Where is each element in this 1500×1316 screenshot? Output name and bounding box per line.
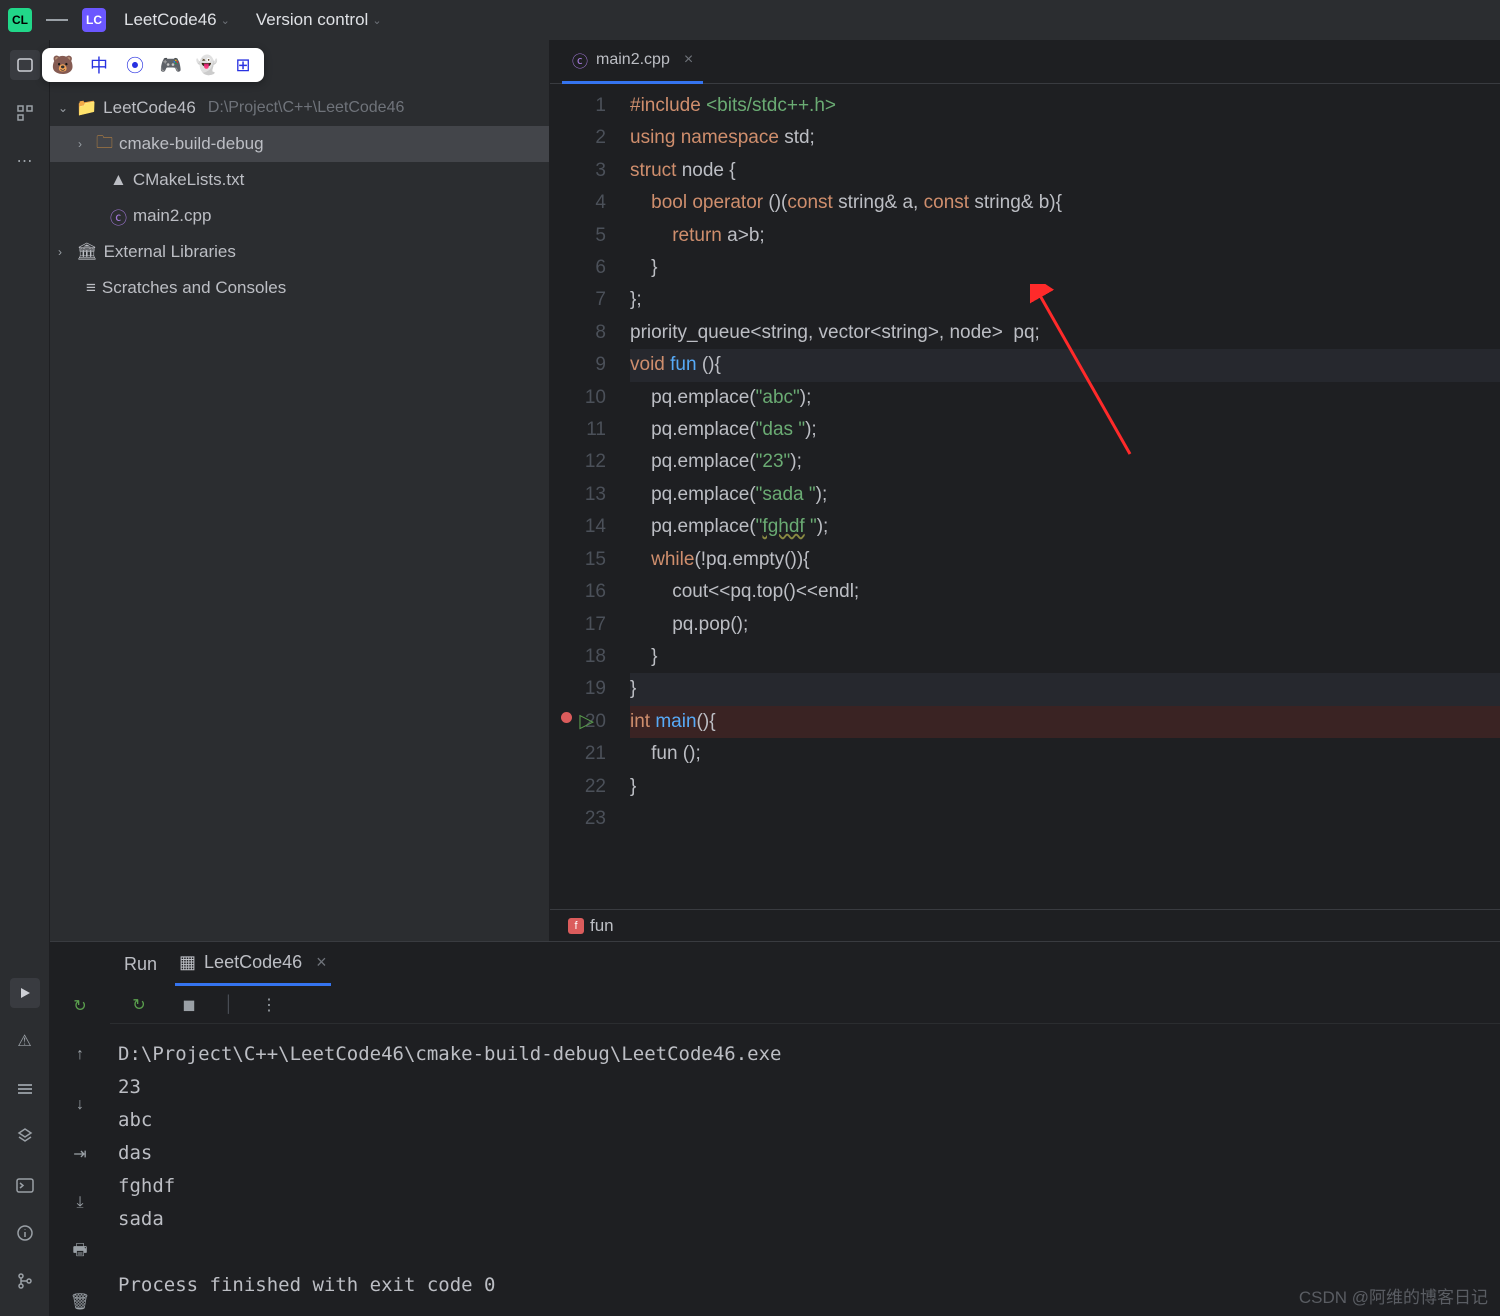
tree-external-libraries[interactable]: › 🏛 External Libraries xyxy=(50,234,549,270)
project-badge: LC xyxy=(82,8,106,32)
run-toolbar: ↻ ◼ │ ⋮ xyxy=(110,986,1500,1024)
clear-button[interactable]: 🗑 xyxy=(65,1289,95,1316)
run-title: Run xyxy=(124,954,157,975)
services-tool-button[interactable] xyxy=(10,1122,40,1152)
tree-item-label: main2.cpp xyxy=(133,206,211,226)
terminal-tool-button[interactable] xyxy=(10,1170,40,1200)
run-config-tab[interactable]: ▦ LeetCode46 × xyxy=(175,942,331,986)
project-tool-button[interactable] xyxy=(10,50,40,80)
stop-button[interactable]: ◼ xyxy=(174,990,204,1020)
left-tool-strip: ⋯ ⚠ xyxy=(0,40,50,1316)
tree-item-label: CMakeLists.txt xyxy=(133,170,244,190)
ghost-icon[interactable]: 👻 xyxy=(196,54,218,76)
gutter[interactable]: 1234567891011121314151617181920▷212223 xyxy=(550,84,622,909)
run-tool-button[interactable] xyxy=(10,978,40,1008)
function-icon: f xyxy=(568,918,584,934)
folder-icon: 🗀 xyxy=(96,130,113,159)
tree-scratches[interactable]: ≡ Scratches and Consoles xyxy=(50,270,549,306)
problems-tool-button[interactable]: ⚠ xyxy=(10,1026,40,1056)
module-icon: 📁 xyxy=(76,98,97,118)
cpp-icon: ⓒ xyxy=(572,48,588,72)
grid-icon[interactable]: ⊞ xyxy=(232,54,254,76)
code-content[interactable]: #include <bits/stdc++.h> using namespace… xyxy=(622,84,1500,909)
app-icon: CL xyxy=(8,8,32,32)
tree-folder-cmake-build-debug[interactable]: › 🗀 cmake-build-debug xyxy=(50,126,549,162)
close-icon[interactable]: × xyxy=(684,51,693,69)
caret-down-icon: ⌄ xyxy=(58,101,70,115)
soft-wrap-button[interactable]: ⇥ xyxy=(65,1140,95,1167)
scroll-to-end-button[interactable]: ⤓ xyxy=(65,1190,95,1217)
version-control-menu[interactable]: Version control ⌄ xyxy=(248,6,390,34)
console-output[interactable]: D:\Project\C++\LeetCode46\cmake-build-de… xyxy=(110,1024,1500,1316)
floating-toolbar[interactable]: 🐻 中 ⦿ 🎮 👻 ⊞ xyxy=(42,48,264,82)
breadcrumb-label: fun xyxy=(590,916,614,936)
project-name: LeetCode46 xyxy=(124,10,217,30)
chinese-icon[interactable]: 中 xyxy=(88,54,110,76)
project-tree[interactable]: ⌄ 📁 LeetCode46 D:\Project\C++\LeetCode46… xyxy=(50,40,550,941)
editor: ⓒ main2.cpp × 12345678910111213141516171… xyxy=(550,40,1500,941)
run-panel: ↻ ↑ ↓ ⇥ ⤓ 🖶 🗑 Run ▦ LeetCode46 × xyxy=(50,941,1500,1316)
close-icon[interactable]: × xyxy=(316,952,327,973)
caret-right-icon: › xyxy=(58,245,70,259)
cpp-icon: ⓒ xyxy=(110,204,127,229)
tree-item-label: External Libraries xyxy=(104,242,236,262)
more-button[interactable]: ⋮ xyxy=(254,990,284,1020)
info-tool-button[interactable] xyxy=(10,1218,40,1248)
location-icon[interactable]: ⦿ xyxy=(124,54,146,76)
tree-item-label: cmake-build-debug xyxy=(119,134,264,154)
chevron-down-icon: ⌄ xyxy=(372,14,381,27)
tree-file-main2[interactable]: ⓒ main2.cpp xyxy=(50,198,549,234)
rerun-button[interactable]: ↻ xyxy=(65,992,95,1019)
tab-label: main2.cpp xyxy=(596,51,670,69)
rerun-button[interactable]: ↻ xyxy=(124,990,154,1020)
tree-root[interactable]: ⌄ 📁 LeetCode46 D:\Project\C++\LeetCode46 xyxy=(50,90,549,126)
print-button[interactable]: 🖶 xyxy=(65,1239,95,1266)
todo-tool-button[interactable] xyxy=(10,1074,40,1104)
run-config-label: LeetCode46 xyxy=(204,952,302,973)
project-selector[interactable]: LeetCode46 ⌄ xyxy=(116,6,238,34)
root-path: D:\Project\C++\LeetCode46 xyxy=(208,99,405,117)
scroll-down-button[interactable]: ↓ xyxy=(65,1091,95,1118)
run-header: Run ▦ LeetCode46 × xyxy=(110,942,1500,986)
code-editor[interactable]: 1234567891011121314151617181920▷212223 #… xyxy=(550,84,1500,909)
more-tool-button[interactable]: ⋯ xyxy=(10,146,40,176)
application-icon: ▦ xyxy=(179,952,196,973)
breadcrumb-bar[interactable]: f fun xyxy=(550,909,1500,941)
cmake-icon: ▲ xyxy=(110,170,127,190)
caret-right-icon: › xyxy=(78,137,90,151)
structure-tool-button[interactable] xyxy=(10,98,40,128)
editor-tab-main2[interactable]: ⓒ main2.cpp × xyxy=(562,40,703,84)
run-side-toolbar: ↻ ↑ ↓ ⇥ ⤓ 🖶 🗑 xyxy=(50,942,110,1316)
chevron-down-icon: ⌄ xyxy=(221,14,230,27)
vcs-tool-button[interactable] xyxy=(10,1266,40,1296)
tree-item-label: Scratches and Consoles xyxy=(102,278,286,298)
editor-tabs: ⓒ main2.cpp × xyxy=(550,40,1500,84)
watermark: CSDN @阿维的博客日记 xyxy=(1299,1283,1488,1308)
title-bar: CL LC LeetCode46 ⌄ Version control ⌄ xyxy=(0,0,1500,40)
root-name: LeetCode46 xyxy=(103,98,196,118)
scroll-up-button[interactable]: ↑ xyxy=(65,1041,95,1068)
main-menu-button[interactable] xyxy=(42,5,72,35)
game-icon[interactable]: 🎮 xyxy=(160,54,182,76)
tree-file-cmakelists[interactable]: ▲ CMakeLists.txt xyxy=(50,162,549,198)
library-icon: 🏛 xyxy=(76,242,98,262)
scratches-icon: ≡ xyxy=(86,278,96,298)
baidu-icon[interactable]: 🐻 xyxy=(52,54,74,76)
